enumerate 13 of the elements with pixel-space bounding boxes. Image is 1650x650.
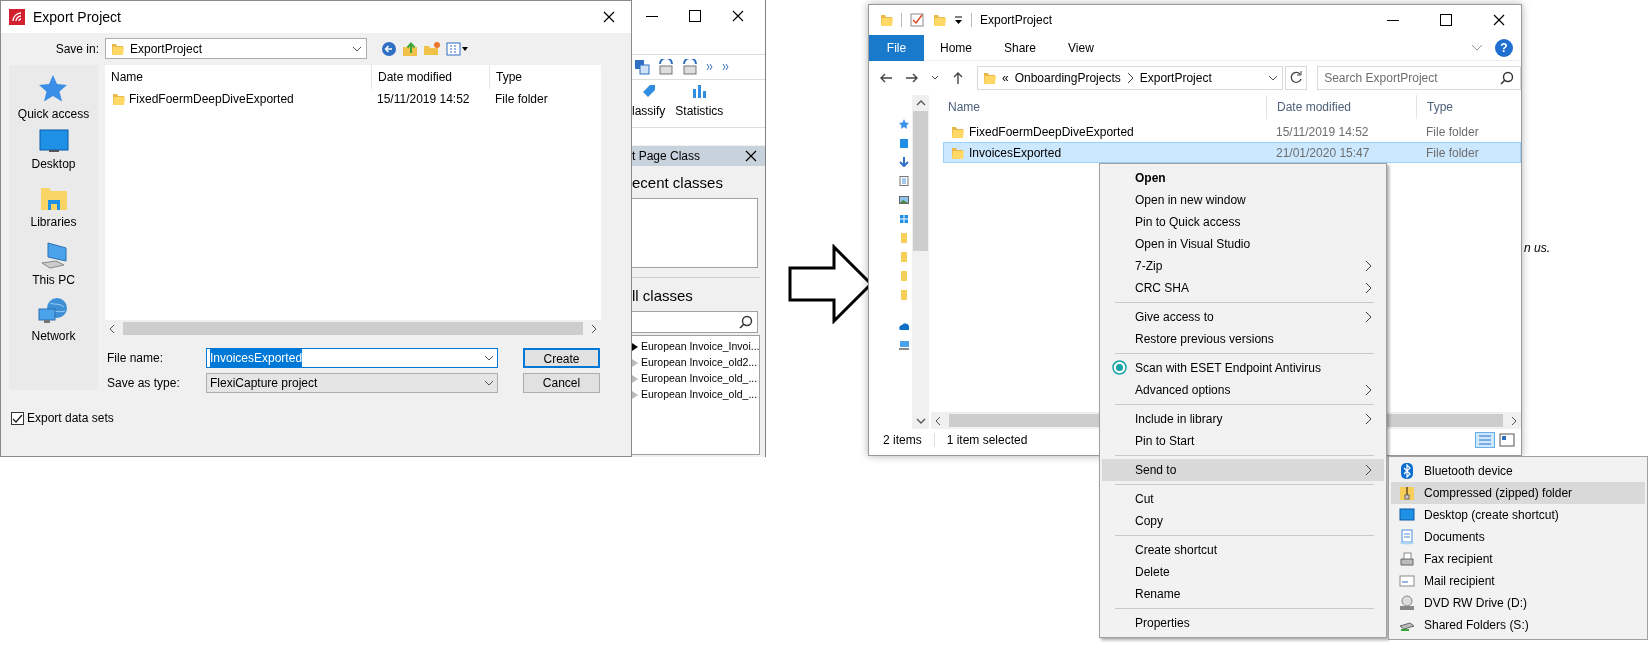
background-text: n us. bbox=[1524, 240, 1550, 257]
panel-title: t Page Class bbox=[632, 148, 701, 165]
section-heading: ecent classes bbox=[632, 173, 724, 193]
status-text: 1 item selected bbox=[946, 432, 1028, 449]
dialog-title: Export Project bbox=[33, 7, 121, 27]
file-type: File folder bbox=[494, 91, 549, 108]
field-label: File name: bbox=[106, 350, 165, 367]
status-text: 2 items bbox=[883, 432, 922, 449]
window-title: ExportProject bbox=[980, 12, 1053, 29]
save-in-label: Save in: bbox=[54, 40, 100, 58]
section-heading: ll classes bbox=[632, 285, 694, 306]
field-label: Save as type: bbox=[106, 375, 181, 392]
date-modified: 15/11/2019 14:52 bbox=[376, 91, 471, 108]
